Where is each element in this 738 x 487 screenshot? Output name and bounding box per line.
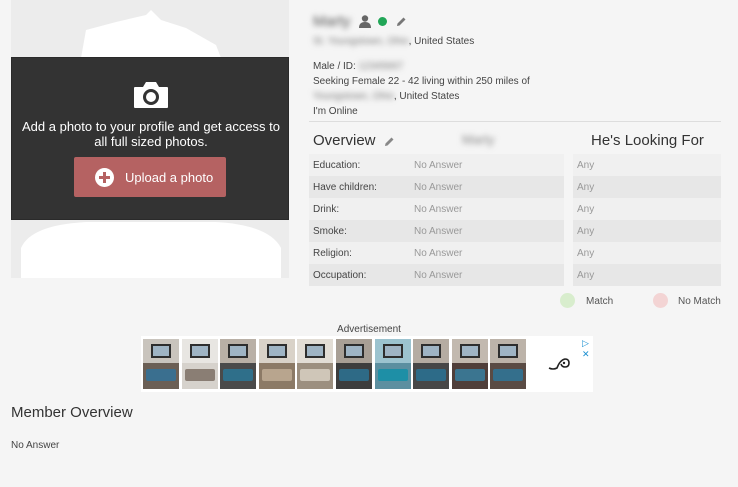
seeking-city: Youngstown, Ohio xyxy=(313,91,394,102)
overview-title: Overview xyxy=(313,132,376,149)
name-row: Marty xyxy=(313,12,721,30)
add-photo-overlay: Add a photo to your profile and get acce… xyxy=(11,57,289,220)
member-id: 12345667 xyxy=(358,61,404,72)
overview-row-gap xyxy=(564,264,573,286)
overview-row-answer: No Answer xyxy=(409,198,564,220)
looking-for-title: He's Looking For xyxy=(591,132,704,149)
overview-row-gap xyxy=(564,154,573,176)
overview-row-gap xyxy=(564,176,573,198)
seeking-line: Seeking Female 22 - 42 living within 250… xyxy=(313,76,530,87)
member-overview-title: Member Overview xyxy=(11,404,133,421)
overview-row-answer: No Answer xyxy=(409,264,564,286)
ad-thumbnail-image xyxy=(143,339,179,389)
overview-table: Education: No Answer Any Have children: No A… xyxy=(309,154,721,286)
overview-row-preference: Any xyxy=(573,242,721,264)
location-line: St. Youngstown, Ohio, United States xyxy=(313,34,721,49)
overview-row-preference: Any xyxy=(573,220,721,242)
overview-header: Overview Marty He's Looking For xyxy=(309,132,721,150)
overview-row-label: Smoke: xyxy=(309,220,409,242)
overview-row-label: Have children: xyxy=(309,176,409,198)
gender-id-label: Male / ID: xyxy=(313,61,356,72)
upload-photo-label: Upload a photo xyxy=(125,169,214,185)
ad-thumbnail-image xyxy=(181,339,218,389)
overview-row-label: Religion: xyxy=(309,242,409,264)
plus-circle-icon xyxy=(95,167,114,187)
overview-row: Drink: No Answer Any xyxy=(309,198,721,220)
location-country: , United States xyxy=(408,36,475,47)
seeking-country: , United States xyxy=(393,91,460,102)
overview-row-preference: Any xyxy=(573,264,721,286)
ad-thumbnail-image xyxy=(374,339,411,389)
camera-icon xyxy=(134,82,168,108)
overview-row-label: Occupation: xyxy=(309,264,409,286)
member-id-line: Male / ID: 12345667 xyxy=(313,59,721,74)
ad-thumbnail-image xyxy=(297,339,334,389)
username: Marty xyxy=(313,12,351,30)
overview-row-preference: Any xyxy=(573,176,721,198)
ad-thumbnail-image xyxy=(413,339,450,389)
overview-row-answer: No Answer xyxy=(409,176,564,198)
overview-row-label: Drink: xyxy=(309,198,409,220)
online-status-dot xyxy=(377,16,387,26)
overview-row-answer: No Answer xyxy=(409,242,564,264)
overview-row: Religion: No Answer Any xyxy=(309,242,721,264)
ad-logo-icon xyxy=(548,358,570,370)
seeking-location-line: Youngstown, Ohio, United States xyxy=(313,89,721,104)
advertisement-label: Advertisement xyxy=(337,324,401,335)
ad-banner[interactable]: ▷ ✕ xyxy=(141,336,593,392)
ad-thumbnail-image xyxy=(336,339,372,389)
overview-row-gap xyxy=(564,242,573,264)
match-dot xyxy=(560,293,575,308)
overview-row-answer: No Answer xyxy=(409,154,564,176)
overview-row-preference: Any xyxy=(573,198,721,220)
pencil-icon[interactable] xyxy=(384,136,395,147)
person-icon xyxy=(358,14,371,28)
no-match-label: No Match xyxy=(678,296,721,307)
overview-row-gap xyxy=(564,198,573,220)
member-overview-text: No Answer xyxy=(11,440,60,451)
overview-row-answer: No Answer xyxy=(409,220,564,242)
location-blurred: St. Youngstown, Ohio xyxy=(313,36,409,47)
overview-row: Occupation: No Answer Any xyxy=(309,264,721,286)
overview-row: Have children: No Answer Any xyxy=(309,176,721,198)
match-label: Match xyxy=(586,296,614,307)
profile-header: Marty St. Youngstown, Ohio, United State… xyxy=(313,12,721,119)
pencil-icon[interactable] xyxy=(396,16,407,27)
ad-thumbnail-image xyxy=(258,339,295,389)
upload-photo-button[interactable]: Upload a photo xyxy=(74,157,226,197)
no-match-dot xyxy=(653,293,668,308)
section-divider xyxy=(309,121,721,122)
overview-name-column: Marty xyxy=(462,132,495,147)
online-status-text: I'm Online xyxy=(313,106,358,117)
overview-row-preference: Any xyxy=(573,154,721,176)
ad-thumbnail-image xyxy=(490,339,527,389)
profile-photo-placeholder: Add a photo to your profile and get acce… xyxy=(11,0,289,278)
overview-row: Education: No Answer Any xyxy=(309,154,721,176)
overview-row-label: Education: xyxy=(309,154,409,176)
ad-thumbnail-image xyxy=(220,339,257,389)
ad-thumbnail-image xyxy=(451,339,488,389)
add-photo-prompt: Add a photo to your profile and get acce… xyxy=(22,119,281,149)
overview-row-gap xyxy=(564,220,573,242)
overview-row: Smoke: No Answer Any xyxy=(309,220,721,242)
ad-choices-icon[interactable]: ▷ ✕ xyxy=(582,338,593,360)
match-legend: Match No Match xyxy=(560,293,730,311)
